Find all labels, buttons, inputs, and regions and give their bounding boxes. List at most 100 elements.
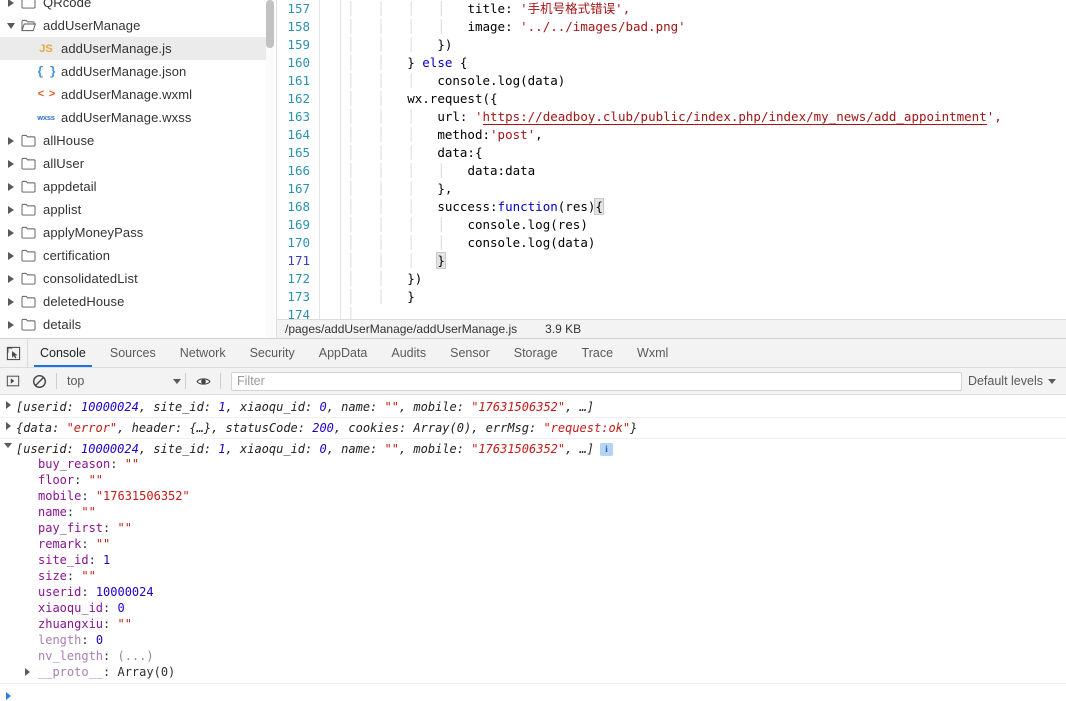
file-tree-row[interactable]: appdetail bbox=[0, 175, 266, 198]
editor-gutter[interactable] bbox=[319, 54, 341, 72]
code-line[interactable]: 174 │ bbox=[277, 306, 1066, 319]
caret-right-icon[interactable] bbox=[4, 251, 18, 260]
editor-gutter[interactable] bbox=[319, 0, 341, 18]
caret-right-icon[interactable] bbox=[4, 0, 18, 7]
file-tree-row[interactable]: consolidatedList bbox=[0, 267, 266, 290]
clear-console-button[interactable] bbox=[26, 368, 52, 395]
file-tree-row[interactable]: wxss addUserManage.wxss bbox=[0, 106, 266, 129]
editor-gutter[interactable] bbox=[319, 162, 341, 180]
file-tree-row[interactable]: allUser bbox=[0, 152, 266, 175]
console-property-row[interactable]: length: 0 bbox=[16, 632, 1066, 648]
editor-gutter[interactable] bbox=[319, 234, 341, 252]
file-tree-row[interactable]: addUserManage bbox=[0, 14, 266, 37]
file-tree-scrollbar-track[interactable] bbox=[266, 0, 275, 338]
code-line[interactable]: 159 │ │ │ }) bbox=[277, 36, 1066, 54]
editor-gutter[interactable] bbox=[319, 306, 341, 319]
caret-right-icon[interactable] bbox=[4, 182, 18, 191]
devtools-tab-storage[interactable]: Storage bbox=[502, 339, 570, 367]
code-line[interactable]: 161 │ │ │ console.log(data) bbox=[277, 72, 1066, 90]
file-tree-row[interactable]: applist bbox=[0, 198, 266, 221]
console-property-row[interactable]: xiaoqu_id: 0 bbox=[16, 600, 1066, 616]
code-line[interactable]: 172 │ │ }) bbox=[277, 270, 1066, 288]
console-property-row[interactable]: pay_first: "" bbox=[16, 520, 1066, 536]
devtools-tab-security[interactable]: Security bbox=[238, 339, 307, 367]
inspect-element-button[interactable] bbox=[0, 339, 28, 367]
info-badge[interactable]: i bbox=[600, 443, 614, 456]
editor-gutter[interactable] bbox=[319, 18, 341, 36]
caret-down-icon[interactable] bbox=[0, 442, 16, 448]
console-property-row[interactable]: nv_length: (...) bbox=[16, 648, 1066, 664]
caret-right-icon[interactable] bbox=[4, 228, 18, 237]
code-line[interactable]: 168 │ │ │ success:function(res){ bbox=[277, 198, 1066, 216]
editor-gutter[interactable] bbox=[319, 270, 341, 288]
file-tree-row[interactable]: details bbox=[0, 313, 266, 336]
editor-gutter[interactable] bbox=[319, 180, 341, 198]
editor-gutter[interactable] bbox=[319, 36, 341, 54]
console-property-row[interactable]: size: "" bbox=[16, 568, 1066, 584]
caret-right-icon[interactable] bbox=[16, 668, 38, 676]
code-line[interactable]: 165 │ │ │ data:{ bbox=[277, 144, 1066, 162]
file-tree-scrollbar-thumb[interactable] bbox=[266, 0, 274, 48]
console-property-row[interactable]: floor: "" bbox=[16, 472, 1066, 488]
devtools-tab-list[interactable]: Console Sources Network Security AppData Audi… bbox=[28, 339, 680, 367]
console-prompt[interactable] bbox=[0, 684, 1066, 701]
devtools-tab-console[interactable]: Console bbox=[28, 339, 98, 367]
file-tree-row[interactable]: deletedHouse bbox=[0, 290, 266, 313]
caret-right-icon[interactable] bbox=[4, 205, 18, 214]
code-line[interactable]: 170 │ │ │ │ console.log(data) bbox=[277, 234, 1066, 252]
code-line[interactable]: 167 │ │ │ }, bbox=[277, 180, 1066, 198]
console-property-row[interactable]: buy_reason: "" bbox=[16, 456, 1066, 472]
editor-gutter[interactable] bbox=[319, 108, 341, 126]
console-message[interactable]: {data: "error", header: {…}, statusCode:… bbox=[0, 418, 1066, 439]
code-editor-pane[interactable]: 157 │ │ │ │ title: '手机号格式错误', 158 │ │ │ │ i… bbox=[277, 0, 1066, 338]
code-editor-lines[interactable]: 157 │ │ │ │ title: '手机号格式错误', 158 │ │ │ │ i… bbox=[277, 0, 1066, 319]
code-line[interactable]: 169 │ │ │ │ console.log(res) bbox=[277, 216, 1066, 234]
file-tree-row[interactable]: < > addUserManage.wxml bbox=[0, 83, 266, 106]
editor-gutter[interactable] bbox=[319, 216, 341, 234]
code-line[interactable]: 157 │ │ │ │ title: '手机号格式错误', bbox=[277, 0, 1066, 18]
editor-gutter[interactable] bbox=[319, 288, 341, 306]
editor-gutter[interactable] bbox=[319, 198, 341, 216]
editor-gutter[interactable] bbox=[319, 90, 341, 108]
editor-gutter[interactable] bbox=[319, 252, 341, 270]
log-levels-selector[interactable]: Default levels bbox=[968, 374, 1066, 388]
console-message[interactable]: [userid: 10000024, site_id: 1, xiaoqu_id… bbox=[0, 439, 1066, 684]
code-line[interactable]: 164 │ │ │ method:'post', bbox=[277, 126, 1066, 144]
devtools-tab-sensor[interactable]: Sensor bbox=[438, 339, 502, 367]
caret-right-icon[interactable] bbox=[4, 136, 18, 145]
execute-button[interactable] bbox=[0, 368, 26, 395]
caret-right-icon[interactable] bbox=[0, 421, 16, 430]
editor-gutter[interactable] bbox=[319, 126, 341, 144]
devtools-tab-trace[interactable]: Trace bbox=[570, 339, 626, 367]
caret-right-icon[interactable] bbox=[4, 159, 18, 168]
file-tree-row[interactable]: JS addUserManage.js bbox=[0, 37, 266, 60]
console-message-list[interactable]: [userid: 10000024, site_id: 1, xiaoqu_id… bbox=[0, 397, 1066, 701]
editor-gutter[interactable] bbox=[319, 72, 341, 90]
console-property-row[interactable]: mobile: "17631506352" bbox=[16, 488, 1066, 504]
caret-down-icon[interactable] bbox=[4, 22, 18, 29]
console-property-row[interactable]: site_id: 1 bbox=[16, 552, 1066, 568]
console-property-row[interactable]: remark: "" bbox=[16, 536, 1066, 552]
console-message[interactable]: [userid: 10000024, site_id: 1, xiaoqu_id… bbox=[0, 397, 1066, 418]
caret-right-icon[interactable] bbox=[4, 320, 18, 329]
devtools-tab-audits[interactable]: Audits bbox=[379, 339, 438, 367]
editor-gutter[interactable] bbox=[319, 144, 341, 162]
console-property-row[interactable]: __proto__: Array(0) bbox=[16, 664, 1066, 680]
file-tree-row[interactable]: QRcode bbox=[0, 0, 266, 14]
caret-right-icon[interactable] bbox=[4, 274, 18, 283]
code-line[interactable]: 160 │ │ } else { bbox=[277, 54, 1066, 72]
devtools-tab-wxml[interactable]: Wxml bbox=[625, 339, 680, 367]
code-line[interactable]: 171 │ │ │ } bbox=[277, 252, 1066, 270]
console-filter-input[interactable] bbox=[231, 371, 962, 391]
console-property-row[interactable]: name: "" bbox=[16, 504, 1066, 520]
devtools-tab-appdata[interactable]: AppData bbox=[307, 339, 380, 367]
caret-right-icon[interactable] bbox=[0, 400, 16, 409]
console-property-row[interactable]: userid: 10000024 bbox=[16, 584, 1066, 600]
console-property-row[interactable]: zhuangxiu: "" bbox=[16, 616, 1066, 632]
live-expression-button[interactable] bbox=[190, 368, 216, 395]
file-tree-row[interactable]: allHouse bbox=[0, 129, 266, 152]
file-tree-row[interactable]: { } addUserManage.json bbox=[0, 60, 266, 83]
code-line[interactable]: 163 │ │ │ url: 'https://deadboy.club/publ… bbox=[277, 108, 1066, 126]
devtools-tab-sources[interactable]: Sources bbox=[98, 339, 168, 367]
code-line[interactable]: 162 │ │ wx.request({ bbox=[277, 90, 1066, 108]
